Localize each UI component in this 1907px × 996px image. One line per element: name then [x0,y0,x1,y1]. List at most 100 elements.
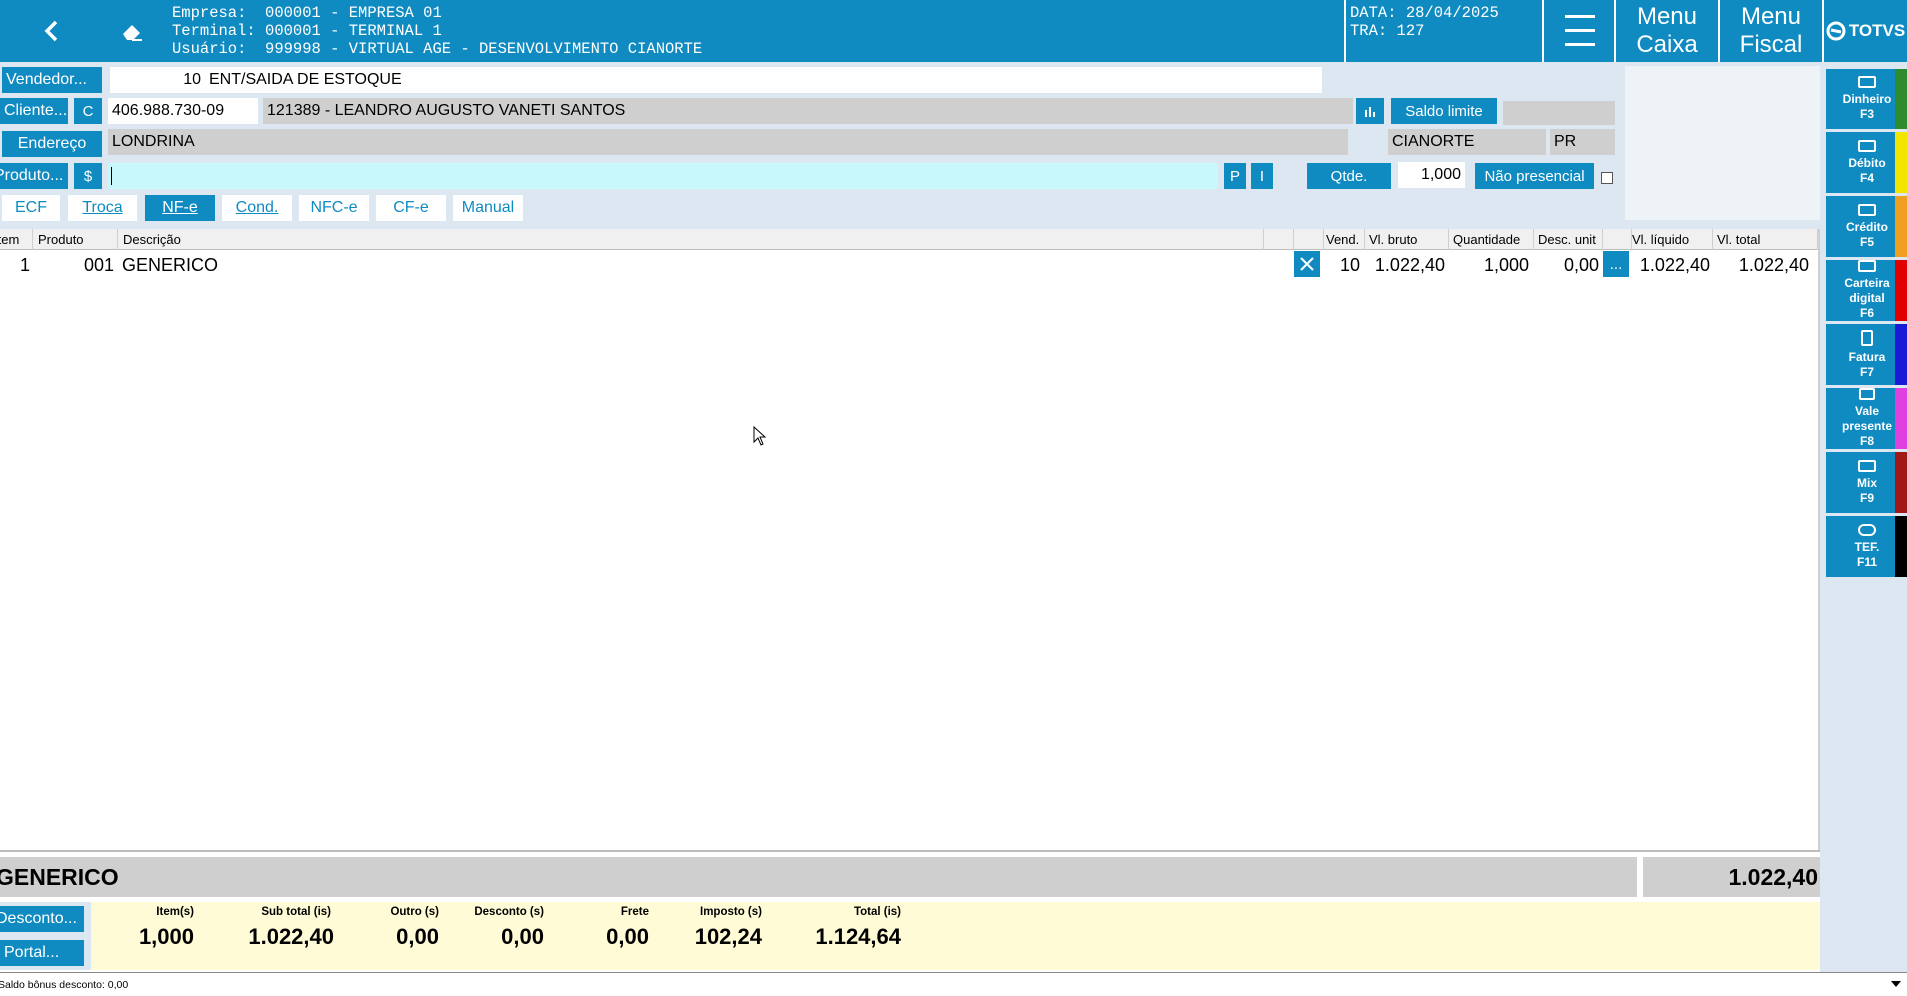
row-desc-unit: 0,00 [1563,254,1599,275]
row-produto: 001 [83,254,114,275]
back-button[interactable] [20,8,84,54]
selected-item-name-text: GENERICO [0,863,119,890]
grid-col-desc-unit: Desc. unit [1534,229,1603,250]
hamburger-menu-button[interactable] [1546,0,1614,62]
grid-col-quantidade: Quantidade [1449,229,1534,250]
total-label-desconto: Desconto (s) [474,906,544,918]
payment-label: Dinheiro [1842,92,1892,106]
totvs-logo-icon [1826,21,1846,41]
qtde-button[interactable]: Qtde. [1307,163,1391,189]
grid-col-vend: Vend. [1322,229,1365,250]
hamburger-icon [1565,15,1595,46]
tab-troca[interactable]: Troca [68,195,137,221]
endereco-state-field: PR [1550,129,1615,155]
payment-key: F3 [1859,107,1874,121]
payment-label: Débito [1848,155,1886,170]
terminal-line: Terminal: 000001 - TERMINAL 1 [172,22,442,40]
produto-input[interactable] [108,163,1218,189]
tra-line: TRA: 127 [1350,22,1425,40]
close-icon [1300,257,1314,271]
tab-nfce[interactable]: NFC-e [299,195,369,221]
payment-key: F7 [1859,364,1874,379]
eraser-icon [123,25,142,41]
nao-presencial-button[interactable]: Não presencial [1475,163,1594,189]
cliente-chart-button[interactable] [1356,98,1384,124]
price-button[interactable]: $ [74,163,102,189]
total-value-subtotal: 1.022,40 [248,924,334,949]
p-button[interactable]: P [1224,163,1246,189]
vendedor-code-field[interactable]: 10 [110,67,205,93]
payment-key: F4 [1859,170,1874,185]
brand-name: TOTVS [1848,21,1906,40]
endereco-city2-field: CIANORTE [1388,129,1546,155]
menu-fiscal-label: Menu [1740,3,1802,30]
payment-color-strip [1895,260,1907,321]
payment-key: F11 [1856,554,1877,569]
tab-nfe[interactable]: NF-e [145,195,215,221]
tef-chat-icon [1858,523,1876,536]
payment-key: F9 [1859,490,1874,505]
total-value-imposto: 102,24 [694,924,762,949]
total-label-frete: Frete [620,906,649,918]
remove-item-button[interactable] [1294,251,1320,277]
row-vend: 10 [1339,254,1360,275]
user-line: Usuário: 999998 - VIRTUAL AGE - DESENVOL… [172,40,703,58]
vendedor-name-field: ENT/SAIDA DE ESTOQUE [205,67,1322,93]
payment-color-strip [1895,132,1907,193]
endereco-city-field: LONDRINA [108,129,1348,155]
i-button[interactable]: I [1251,163,1273,189]
saldo-limite-button[interactable]: Saldo limite [1391,98,1497,124]
saldo-limite-value [1503,101,1615,125]
cliente-button[interactable]: Cliente... [0,98,68,124]
cliente-cpf-field[interactable]: 406.988.730-09 [108,98,258,124]
payment-color-strip [1895,324,1907,385]
desconto-button[interactable]: Desconto... [0,906,84,932]
total-label-subtotal: Sub total (is) [261,906,331,918]
status-text: Saldo bônus desconto: 0,00 [0,978,129,991]
payment-color-strip [1895,196,1907,257]
debit-card-icon [1858,139,1876,152]
menu-caixa-button[interactable]: Menu Caixa [1616,0,1718,62]
row-vl-total: 1.022,40 [1738,254,1809,275]
menu-fiscal-button[interactable]: Menu Fiscal [1720,0,1822,62]
cliente-type-button[interactable]: C [74,98,102,124]
status-bar: Saldo bônus desconto: 0,00 [0,972,1907,996]
total-value-items: 1,000 [138,924,194,949]
endereco-button[interactable]: Endereço [2,131,102,157]
row-item: 1 [19,254,30,275]
bar-chart-icon [1365,107,1375,117]
row-more-button[interactable]: ... [1603,251,1629,277]
tab-cond[interactable]: Cond. [222,195,292,221]
qtde-field[interactable]: 1,000 [1398,162,1465,188]
totvs-logo: TOTVS [1824,0,1907,62]
credit-card-icon [1858,203,1876,216]
clear-button[interactable] [100,8,164,54]
grid-col-descricao: Descrição [119,229,1264,250]
tab-cfe[interactable]: CF-e [376,195,446,221]
row-vl-bruto: 1.022,40 [1374,254,1445,275]
text-cursor [111,167,112,185]
nao-presencial-checkbox[interactable] [1601,172,1613,184]
total-value-total: 1.124,64 [815,924,901,949]
selected-item-value: 1.022,40 [1643,857,1820,897]
payment-label: Fatura [1848,349,1886,364]
total-value-outros: 0,00 [396,924,439,949]
portal-button[interactable]: Portal... [0,940,84,966]
tab-manual[interactable]: Manual [453,195,523,221]
payment-label: TEF. [1854,539,1880,554]
image-panel [1625,66,1820,220]
tab-ecf[interactable]: ECF [2,195,60,221]
payment-color-strip [1895,516,1907,577]
status-dropdown-button[interactable] [1888,975,1904,993]
row-quantidade: 1,000 [1483,254,1529,275]
menu-caixa-label: Menu [1636,3,1698,30]
mouse-pointer-icon [753,426,767,446]
total-value-frete: 0,00 [606,924,649,949]
vendedor-button[interactable]: Vendedor... [2,67,102,93]
produto-button-label: Produto... [0,167,64,184]
desconto-button-label: Desconto... [0,910,77,927]
produto-button[interactable]: Produto... [0,163,68,189]
cash-icon [1858,76,1876,88]
grid-col-vl-liquido: Vl. líquido [1628,229,1713,250]
grid-col-vl-total: Vl. total [1713,229,1818,250]
